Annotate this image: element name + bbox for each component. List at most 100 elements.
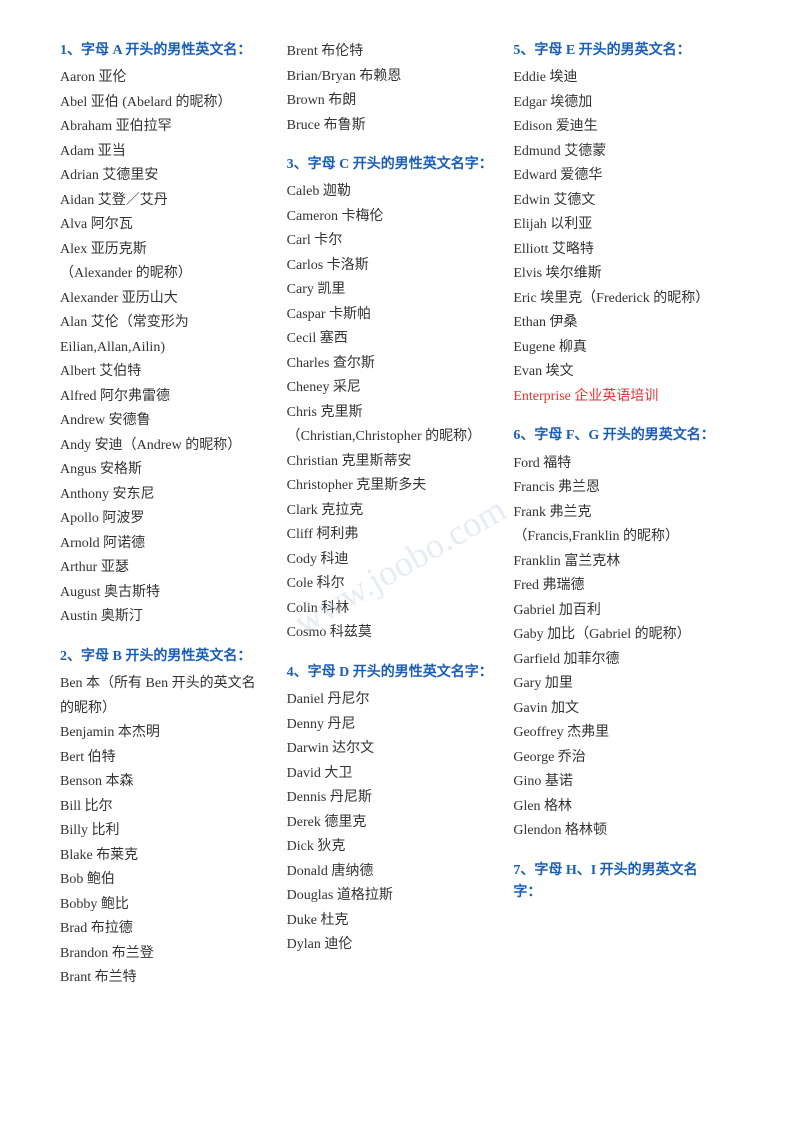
list-item: Apollo 阿波罗 [60,507,267,532]
list-item: Elijah 以利亚 [513,213,720,238]
list-item: Brian/Bryan 布赖恩 [287,65,494,90]
list-item: Edison 爱迪生 [513,115,720,140]
list-item: Enterprise 企业英语培训 [513,385,720,410]
list-item: Alexander 亚历山大 [60,287,267,312]
list-item: Cheney 采尼 [287,376,494,401]
column-2: Brent 布伦特Brian/Bryan 布赖恩Brown 布朗Bruce 布鲁… [287,40,514,958]
list-item: Ethan 伊桑 [513,311,720,336]
list-item: Chris 克里斯 [287,401,494,426]
list-item: Douglas 道格拉斯 [287,884,494,909]
list-item: Edgar 埃德加 [513,91,720,116]
list-item: August 奥古斯特 [60,581,267,606]
section-title: 2、字母 B 开头的男性英文名： [60,646,267,668]
list-item: Bobby 鲍比 [60,893,267,918]
list-item: （Alexander 的昵称） [60,262,267,287]
list-item: Alex 亚历克斯 [60,238,267,263]
list-item: Eilian,Allan,Ailin) [60,336,267,361]
list-item: （Francis,Franklin 的昵称） [513,525,720,550]
column-3: 5、字母 E 开头的男英文名：Eddie 埃迪Edgar 埃德加Edison 爱… [513,40,740,909]
list-item: Brad 布拉德 [60,917,267,942]
list-item: Donald 唐纳德 [287,860,494,885]
spacer [287,138,494,154]
list-item: Gaby 加比（Gabriel 的昵称） [513,623,720,648]
list-item: Garfield 加菲尔德 [513,648,720,673]
list-item: Charles 查尔斯 [287,352,494,377]
list-item: Adrian 艾德里安 [60,164,267,189]
list-item: Ben 本（所有 Ben 开头的英文名的昵称） [60,672,267,721]
list-item: Cody 科迪 [287,548,494,573]
list-item: Brent 布伦特 [287,40,494,65]
list-item: Alan 艾伦（常变形为 [60,311,267,336]
list-item: Edwin 艾德文 [513,189,720,214]
list-item: Bert 伯特 [60,746,267,771]
list-item: Gino 基诺 [513,770,720,795]
list-item: Ford 福特 [513,452,720,477]
spacer [513,409,720,425]
list-item: Edmund 艾德蒙 [513,140,720,165]
list-item: Frank 弗兰克 [513,501,720,526]
list-item: Gavin 加文 [513,697,720,722]
list-item: Cameron 卡梅伦 [287,205,494,230]
list-item: Caspar 卡斯帕 [287,303,494,328]
list-item: Adam 亚当 [60,140,267,165]
list-item: George 乔治 [513,746,720,771]
list-item: Alfred 阿尔弗雷德 [60,385,267,410]
list-item: Eric 埃里克（Frederick 的昵称） [513,287,720,312]
list-item: Brandon 布兰登 [60,942,267,967]
list-item: （Christian,Christopher 的昵称） [287,425,494,450]
list-item: Darwin 达尔文 [287,737,494,762]
list-item: Arthur 亚瑟 [60,556,267,581]
list-item: Brant 布兰特 [60,966,267,991]
list-item: Fred 弗瑞德 [513,574,720,599]
list-item: Eddie 埃迪 [513,66,720,91]
list-item: Bob 鲍伯 [60,868,267,893]
list-item: Francis 弗兰恩 [513,476,720,501]
list-item: Angus 安格斯 [60,458,267,483]
list-item: Eugene 柳真 [513,336,720,361]
list-item: Christian 克里斯蒂安 [287,450,494,475]
list-item: Albert 艾伯特 [60,360,267,385]
list-item: Cosmo 科兹莫 [287,621,494,646]
list-item: Caleb 迦勒 [287,180,494,205]
list-item: Arnold 阿诺德 [60,532,267,557]
list-item: Billy 比利 [60,819,267,844]
section-title: 7、字母 H、I 开头的男英文名字： [513,860,720,905]
list-item: David 大卫 [287,762,494,787]
list-item: Abraham 亚伯拉罕 [60,115,267,140]
list-item: Cary 凯里 [287,278,494,303]
list-item: Glen 格林 [513,795,720,820]
list-item: Anthony 安东尼 [60,483,267,508]
list-item: Alva 阿尔瓦 [60,213,267,238]
column-1: 1、字母 A 开头的男性英文名：Aaron 亚伦Abel 亚伯 (Abelard… [60,40,287,991]
list-item: Glendon 格林顿 [513,819,720,844]
list-item: Blake 布莱克 [60,844,267,869]
list-item: Franklin 富兰克林 [513,550,720,575]
list-item: Derek 德里克 [287,811,494,836]
list-item: Bill 比尔 [60,795,267,820]
list-item: Carlos 卡洛斯 [287,254,494,279]
list-item: Benjamin 本杰明 [60,721,267,746]
list-item: Denny 丹尼 [287,713,494,738]
list-item: Edward 爱德华 [513,164,720,189]
list-item: Cliff 柯利弗 [287,523,494,548]
list-item: Clark 克拉克 [287,499,494,524]
list-item: Andrew 安德鲁 [60,409,267,434]
section-title: 6、字母 F、G 开头的男英文名： [513,425,720,447]
section-title: 3、字母 C 开头的男性英文名字： [287,154,494,176]
list-item: Elvis 埃尔维斯 [513,262,720,287]
list-item: Austin 奥斯汀 [60,605,267,630]
list-item: Evan 埃文 [513,360,720,385]
spacer [60,630,267,646]
section-title: 4、字母 D 开头的男性英文名字： [287,662,494,684]
list-item: Duke 杜克 [287,909,494,934]
list-item: Cecil 塞西 [287,327,494,352]
list-item: Christopher 克里斯多夫 [287,474,494,499]
list-item: Aaron 亚伦 [60,66,267,91]
list-item: Dennis 丹尼斯 [287,786,494,811]
list-item: Dick 狄克 [287,835,494,860]
list-item: Geoffrey 杰弗里 [513,721,720,746]
list-item: Colin 科林 [287,597,494,622]
list-item: Andy 安迪（Andrew 的昵称） [60,434,267,459]
list-item: Gabriel 加百利 [513,599,720,624]
list-item: Abel 亚伯 (Abelard 的昵称） [60,91,267,116]
